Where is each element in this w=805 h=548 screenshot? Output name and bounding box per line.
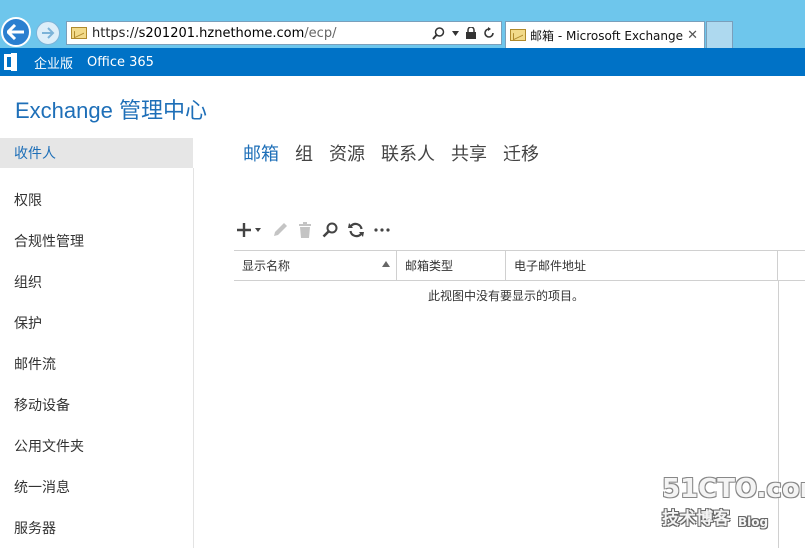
watermark-slogan: 技术博客 bbox=[662, 509, 730, 529]
url-text[interactable]: https://s201201.hznethome.com/ecp/ bbox=[92, 26, 432, 41]
tab-migration[interactable]: 迁移 bbox=[503, 140, 539, 166]
nav-item-mobile[interactable]: 移动设备 bbox=[0, 384, 193, 425]
table-header: 显示名称 邮箱类型 电子邮件地址 bbox=[234, 250, 778, 281]
nav-item-permissions[interactable]: 权限 bbox=[0, 179, 193, 220]
nav-item-recipients[interactable]: 收件人 bbox=[0, 138, 193, 168]
browser-chrome: https://s201201.hznethome.com/ecp/ 邮箱 - … bbox=[0, 0, 805, 48]
tab-groups[interactable]: 组 bbox=[295, 140, 313, 166]
refresh-button[interactable] bbox=[348, 219, 364, 241]
nav-item-protection[interactable]: 保护 bbox=[0, 302, 193, 343]
back-button[interactable] bbox=[1, 17, 31, 47]
search-icon bbox=[322, 222, 338, 238]
lock-icon[interactable] bbox=[466, 27, 476, 39]
search-button[interactable] bbox=[322, 219, 338, 241]
more-button[interactable] bbox=[374, 219, 390, 241]
watermark-site: 51CTO.com bbox=[662, 474, 805, 504]
mailbox-table: 显示名称 邮箱类型 电子邮件地址 bbox=[234, 250, 778, 281]
tab-resources[interactable]: 资源 bbox=[329, 140, 365, 166]
tab-contacts[interactable]: 联系人 bbox=[381, 140, 435, 166]
suite-link-enterprise[interactable]: 企业版 bbox=[34, 53, 73, 72]
close-icon[interactable]: ✕ bbox=[687, 28, 698, 43]
nav-divider bbox=[193, 168, 194, 548]
tab-title: 邮箱 - Microsoft Exchange bbox=[530, 28, 684, 43]
table-header-filler bbox=[778, 250, 805, 281]
search-icon[interactable] bbox=[432, 26, 445, 40]
office-logo-icon[interactable] bbox=[2, 52, 20, 72]
mail-favicon-icon bbox=[510, 29, 526, 41]
nav-item-compliance[interactable]: 合规性管理 bbox=[0, 220, 193, 261]
watermark: 51CTO.com 技术博客 Blog bbox=[662, 474, 805, 534]
mail-favicon-icon bbox=[71, 27, 87, 39]
column-header-mailbox-type[interactable]: 邮箱类型 bbox=[397, 250, 506, 281]
dropdown-icon[interactable] bbox=[452, 30, 459, 36]
suite-bar: 企业版 Office 365 bbox=[0, 48, 805, 76]
arrow-right-icon bbox=[42, 27, 55, 39]
new-tab-button[interactable] bbox=[706, 21, 733, 48]
tab-strip: 邮箱 组 资源 联系人 共享 迁移 bbox=[243, 140, 539, 166]
page-title: Exchange 管理中心 bbox=[15, 98, 207, 123]
address-bar[interactable]: https://s201201.hznethome.com/ecp/ bbox=[66, 21, 502, 45]
edit-button[interactable] bbox=[272, 219, 288, 241]
add-button[interactable] bbox=[236, 219, 262, 241]
more-icon bbox=[374, 228, 390, 232]
nav-item-public-folders[interactable]: 公用文件夹 bbox=[0, 425, 193, 466]
forward-button[interactable] bbox=[36, 21, 60, 45]
sort-ascending-icon bbox=[382, 261, 390, 267]
tab-mailboxes[interactable]: 邮箱 bbox=[243, 140, 279, 166]
column-header-email-address[interactable]: 电子邮件地址 bbox=[506, 250, 778, 281]
nav-item-servers[interactable]: 服务器 bbox=[0, 507, 193, 548]
toolbar bbox=[236, 218, 390, 242]
refresh-icon bbox=[348, 222, 364, 238]
column-header-display-name[interactable]: 显示名称 bbox=[234, 250, 397, 281]
delete-button[interactable] bbox=[298, 219, 312, 241]
refresh-icon[interactable] bbox=[483, 27, 495, 39]
left-nav: 收件人 权限 合规性管理 组织 保护 邮件流 移动设备 公用文件夹 统一消息 服… bbox=[0, 138, 193, 548]
nav-item-organization[interactable]: 组织 bbox=[0, 261, 193, 302]
edit-icon bbox=[274, 223, 287, 236]
arrow-left-icon bbox=[7, 24, 24, 40]
add-icon bbox=[237, 223, 261, 237]
tab-shared[interactable]: 共享 bbox=[451, 140, 487, 166]
suite-link-office365[interactable]: Office 365 bbox=[87, 55, 154, 70]
nav-item-unified-messaging[interactable]: 统一消息 bbox=[0, 466, 193, 507]
watermark-blog: Blog bbox=[738, 515, 769, 529]
nav-item-mail-flow[interactable]: 邮件流 bbox=[0, 343, 193, 384]
browser-tab[interactable]: 邮箱 - Microsoft Exchange ✕ bbox=[505, 21, 705, 48]
delete-icon bbox=[299, 222, 311, 238]
empty-view-message: 此视图中没有要显示的项目。 bbox=[427, 289, 584, 303]
